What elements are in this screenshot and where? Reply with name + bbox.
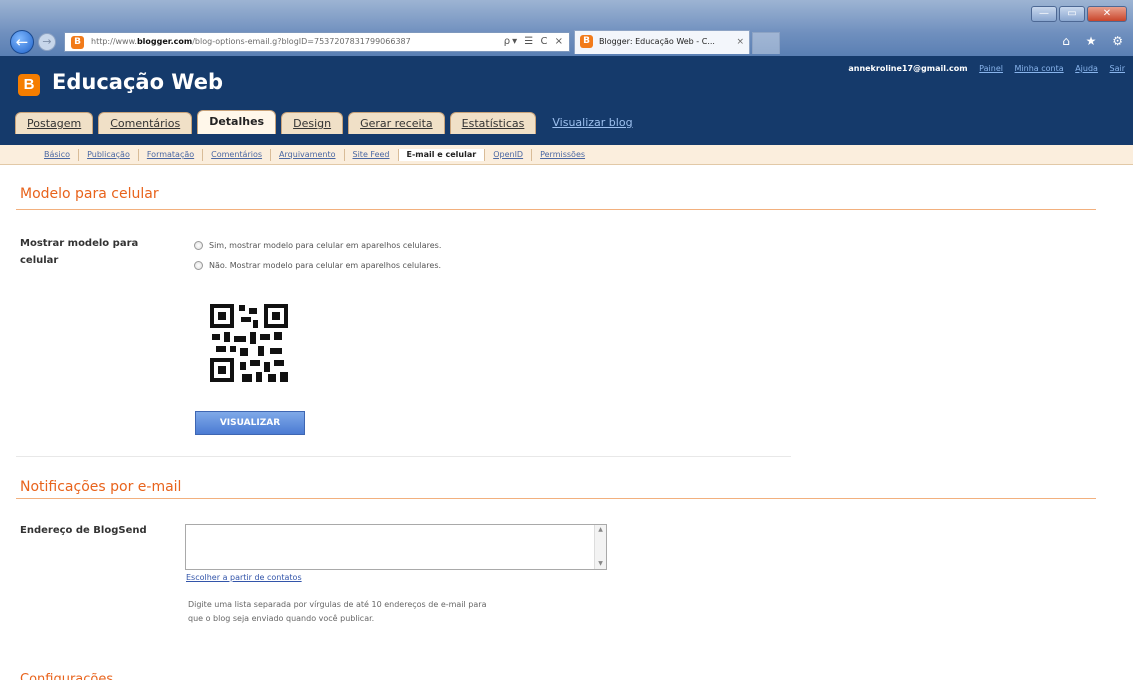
- back-button[interactable]: ←: [10, 30, 34, 54]
- qr-code-icon: [208, 302, 290, 384]
- qr-finder: [210, 304, 234, 328]
- scroll-up-icon[interactable]: ▲: [595, 525, 606, 535]
- qr-module: [280, 372, 288, 382]
- tab-close-icon[interactable]: ×: [736, 31, 744, 53]
- qr-module: [250, 360, 260, 366]
- qr-module: [240, 348, 248, 356]
- tab-estatisticas[interactable]: Estatísticas: [449, 112, 537, 134]
- tab-design[interactable]: Design: [281, 112, 344, 134]
- qr-module: [260, 334, 270, 340]
- blogger-logo-icon[interactable]: B: [18, 74, 40, 96]
- subtab-email-celular[interactable]: E-mail e celular: [397, 149, 485, 161]
- next-section-title: Configurações: [20, 672, 114, 680]
- subtab-openid[interactable]: OpenID: [484, 149, 531, 161]
- sub-nav: Básico Publicação Formatação Comentários…: [36, 145, 593, 165]
- qr-module: [224, 332, 230, 342]
- tab-gerar-receita[interactable]: Gerar receita: [348, 112, 445, 134]
- subtab-arquivamento[interactable]: Arquivamento: [270, 149, 343, 161]
- link-sair[interactable]: Sair: [1110, 64, 1126, 73]
- link-minha-conta[interactable]: Minha conta: [1015, 64, 1064, 73]
- browser-tab[interactable]: B Blogger: Educação Web - C... ×: [574, 30, 750, 54]
- blog-title: Educação Web: [52, 70, 223, 94]
- option-yes-label: Sim, mostrar modelo para celular em apar…: [209, 241, 442, 250]
- url-prefix: http://www.: [91, 37, 137, 46]
- mobile-label-line2: celular: [20, 255, 59, 266]
- section-rule: [16, 209, 1096, 210]
- qr-module: [264, 362, 270, 372]
- address-bar[interactable]: B http://www.blogger.com/blog-options-em…: [64, 32, 570, 52]
- subtab-formatacao[interactable]: Formatação: [137, 149, 202, 161]
- radio-no[interactable]: [194, 261, 203, 270]
- blogsend-label: Endereço de BlogSend: [20, 525, 147, 536]
- tab-comentarios[interactable]: Comentários: [98, 112, 193, 134]
- subtab-site-feed[interactable]: Site Feed: [343, 149, 398, 161]
- option-no-row[interactable]: Não. Mostrar modelo para celular em apar…: [194, 261, 441, 270]
- qr-module: [240, 362, 246, 370]
- qr-finder: [210, 358, 234, 382]
- tab-title: Blogger: Educação Web - C...: [599, 37, 715, 46]
- browser-chrome: ← → B http://www.blogger.com/blog-option…: [0, 0, 1133, 56]
- window-controls: — ▭ ✕: [1031, 6, 1127, 22]
- qr-module: [241, 317, 251, 322]
- new-tab-button[interactable]: [752, 32, 780, 54]
- qr-module: [256, 372, 262, 382]
- tab-detalhes[interactable]: Detalhes: [197, 110, 277, 134]
- choose-contacts-link[interactable]: Escolher a partir de contatos: [186, 573, 302, 582]
- link-painel[interactable]: Painel: [979, 64, 1003, 73]
- tab-postagem[interactable]: Postagem: [15, 112, 94, 134]
- qr-module: [234, 336, 246, 342]
- minimize-button[interactable]: —: [1031, 6, 1057, 22]
- subtab-comentarios[interactable]: Comentários: [202, 149, 270, 161]
- url-path: /blog-options-email.g?blogID=75372078317…: [192, 37, 411, 46]
- qr-module: [274, 332, 282, 340]
- qr-module: [212, 334, 220, 340]
- qr-module: [268, 374, 276, 382]
- home-favorites-tools-icons[interactable]: ⌂ ★ ⚙: [1062, 34, 1129, 48]
- link-ajuda[interactable]: Ajuda: [1075, 64, 1098, 73]
- preview-button[interactable]: VISUALIZAR: [195, 411, 305, 435]
- section-divider: [16, 456, 791, 457]
- qr-module: [274, 360, 284, 366]
- tab-favicon-icon: B: [580, 35, 593, 48]
- qr-module: [239, 305, 245, 311]
- qr-module: [253, 320, 258, 328]
- option-yes-row[interactable]: Sim, mostrar modelo para celular em apar…: [194, 241, 441, 250]
- qr-module: [216, 346, 226, 352]
- blogsend-address-input[interactable]: ▲ ▼: [185, 524, 607, 570]
- url-domain: blogger.com: [136, 37, 193, 46]
- subtab-permissoes[interactable]: Permissões: [531, 149, 593, 161]
- user-menu: annekroline17@gmail.com Painel Minha con…: [848, 64, 1125, 73]
- close-window-button[interactable]: ✕: [1087, 6, 1127, 22]
- qr-module: [249, 308, 257, 314]
- qr-module: [250, 332, 256, 344]
- qr-module: [242, 374, 252, 382]
- main-tabs: Postagem Comentários Detalhes Design Ger…: [15, 110, 644, 134]
- qr-module: [258, 346, 264, 356]
- section-title-email: Notificações por e-mail: [20, 479, 182, 495]
- blogsend-help-text: Digite uma lista separada por vírgulas d…: [188, 598, 558, 626]
- radio-yes[interactable]: [194, 241, 203, 250]
- option-no-label: Não. Mostrar modelo para celular em apar…: [209, 261, 442, 270]
- section-rule: [16, 498, 1096, 499]
- textarea-scrollbar[interactable]: ▲ ▼: [594, 525, 606, 569]
- address-tools[interactable]: ρ▾ ☰ C ×: [504, 33, 565, 51]
- maximize-button[interactable]: ▭: [1059, 6, 1085, 22]
- user-email: annekroline17@gmail.com: [848, 64, 968, 73]
- qr-finder: [264, 304, 288, 328]
- qr-module: [270, 348, 282, 354]
- subtab-publicacao[interactable]: Publicação: [78, 149, 138, 161]
- scroll-down-icon[interactable]: ▼: [595, 559, 606, 569]
- help-line-2: que o blog seja enviado quando você publ…: [188, 614, 375, 623]
- view-blog-link[interactable]: Visualizar blog: [541, 112, 643, 134]
- section-title-mobile: Modelo para celular: [20, 186, 159, 202]
- mobile-template-label: Mostrar modelo para celular: [20, 235, 138, 269]
- mobile-label-line1: Mostrar modelo para: [20, 238, 139, 249]
- blogger-favicon-icon: B: [71, 36, 84, 49]
- subtab-basico[interactable]: Básico: [36, 149, 78, 161]
- forward-button[interactable]: →: [38, 33, 56, 51]
- qr-module: [230, 346, 236, 352]
- help-line-1: Digite uma lista separada por vírgulas d…: [188, 600, 487, 609]
